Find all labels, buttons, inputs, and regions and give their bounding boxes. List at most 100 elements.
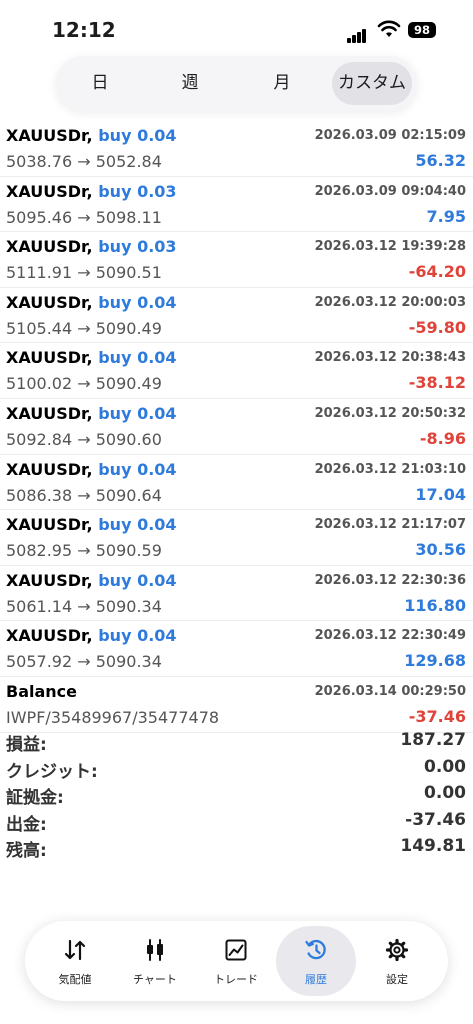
timestamp: 2026.03.09 09:04:40: [314, 183, 466, 199]
tab-week[interactable]: 週: [144, 62, 236, 105]
row-title: Balance: [6, 682, 77, 701]
summary-row: 出金: -37.46: [0, 810, 473, 837]
row-title: XAUUSDr, buy 0.03: [6, 182, 177, 201]
timestamp: 2026.03.12 21:17:07: [314, 517, 466, 533]
trade-direction: buy 0.03: [98, 181, 177, 201]
row-title: XAUUSDr, buy 0.04: [6, 515, 177, 534]
summary-row: 証拠金: 0.00: [0, 783, 473, 810]
tab-month[interactable]: 月: [236, 62, 328, 105]
symbol: XAUUSDr,: [6, 181, 93, 201]
summary-label: 証拠金:: [6, 788, 64, 808]
row-title: XAUUSDr, buy 0.04: [6, 460, 177, 479]
symbol: XAUUSDr,: [6, 459, 93, 479]
bottom-nav: 気配値 チャート トレード 履歴 設定: [25, 921, 448, 1001]
row-title: XAUUSDr, buy 0.04: [6, 293, 177, 312]
nav-label: 設定: [386, 973, 408, 986]
trade-row[interactable]: XAUUSDr, buy 0.04 2026.03.12 22:30:36 5061…: [0, 566, 473, 622]
symbol: XAUUSDr,: [6, 570, 93, 590]
symbol: XAUUSDr,: [6, 515, 93, 535]
summary-label: 出金:: [6, 814, 47, 835]
profit-value: 17.04: [415, 484, 466, 504]
summary-row: 残高: 149.81: [0, 836, 473, 863]
profit-value: -64.20: [408, 262, 466, 282]
nav-settings[interactable]: 設定: [357, 926, 437, 996]
symbol: XAUUSDr,: [6, 626, 93, 646]
trade-row[interactable]: XAUUSDr, buy 0.04 2026.03.12 22:30:49 5057…: [0, 621, 473, 677]
profit-value: -8.96: [419, 428, 466, 448]
summary-value: 187.27: [400, 730, 466, 750]
trade-direction: buy 0.04: [98, 126, 177, 145]
price-range: 5082.95 → 5090.59: [6, 541, 162, 561]
price-range: 5100.02 → 5090.49: [6, 374, 162, 394]
profit-value: 129.68: [404, 651, 466, 671]
history-list: XAUUSDr, buy 0.04 2026.03.09 02:15:09 5038…: [0, 121, 473, 733]
trade-direction: buy 0.04: [98, 403, 177, 423]
trade-direction: buy 0.04: [98, 626, 177, 646]
history-clock-icon: [305, 939, 326, 960]
trade-row[interactable]: XAUUSDr, buy 0.04 2026.03.12 21:03:10 5086…: [0, 455, 473, 511]
trade-chart-icon: [225, 939, 247, 961]
trade-row[interactable]: XAUUSDr, buy 0.04 2026.03.12 20:00:03 5105…: [0, 288, 473, 344]
profit-value: 7.95: [426, 206, 466, 226]
gear-icon: [385, 938, 409, 962]
price-range: 5111.91 → 5090.51: [6, 263, 162, 283]
tab-custom[interactable]: カスタム: [332, 62, 412, 105]
period-segmented-control: 日 週 月 カスタム: [56, 56, 417, 111]
timestamp: 2026.03.09 02:15:09: [314, 128, 466, 143]
price-range: 5061.14 → 5090.34: [6, 596, 162, 616]
status-time: 12:12: [52, 18, 116, 42]
trade-direction: buy 0.03: [98, 237, 177, 257]
trade-row[interactable]: XAUUSDr, buy 0.04 2026.03.12 20:50:32 5092…: [0, 399, 473, 455]
trade-direction: buy 0.04: [98, 459, 177, 479]
profit-value: 30.56: [415, 540, 466, 560]
price-range: 5038.76 → 5052.84: [6, 152, 162, 171]
wifi-icon: [377, 20, 401, 37]
price-range: 5095.46 → 5098.11: [6, 207, 162, 227]
row-title: XAUUSDr, buy 0.03: [6, 237, 177, 256]
symbol: XAUUSDr,: [6, 348, 93, 368]
symbol: XAUUSDr,: [6, 126, 93, 145]
trade-row[interactable]: XAUUSDr, buy 0.04 2026.03.09 02:15:09 5038…: [0, 121, 473, 177]
row-title: XAUUSDr, buy 0.04: [6, 348, 177, 367]
summary-label: クレジット:: [6, 761, 98, 782]
trade-direction: buy 0.04: [98, 515, 177, 535]
timestamp: 2026.03.12 19:39:28: [314, 239, 466, 255]
profit-value: 116.80: [404, 595, 466, 615]
profit-value: -59.80: [408, 317, 466, 337]
price-range: 5092.84 → 5090.60: [6, 429, 162, 449]
trade-row[interactable]: XAUUSDr, buy 0.03 2026.03.09 09:04:40 5095…: [0, 177, 473, 233]
trade-row[interactable]: XAUUSDr, buy 0.04 2026.03.12 20:38:43 5100…: [0, 343, 473, 399]
trade-direction: buy 0.04: [98, 348, 177, 368]
trade-row[interactable]: XAUUSDr, buy 0.04 2026.03.12 21:17:07 5082…: [0, 510, 473, 566]
summary-value: -37.46: [405, 809, 466, 830]
symbol: XAUUSDr,: [6, 292, 93, 312]
price-range: 5086.38 → 5090.64: [6, 485, 162, 505]
balance-row[interactable]: Balance 2026.03.14 00:29:50 IWPF/35489967/…: [0, 677, 473, 733]
candlestick-chart-icon: [147, 939, 163, 961]
tab-day[interactable]: 日: [56, 62, 144, 105]
price-range: 5105.44 → 5090.49: [6, 318, 162, 338]
cellular-signal-icon: [347, 24, 367, 43]
row-title: XAUUSDr, buy 0.04: [6, 126, 177, 145]
nav-label: チャート: [133, 973, 177, 986]
status-bar: 12:12 98: [0, 0, 473, 54]
symbol: XAUUSDr,: [6, 403, 93, 423]
row-title: XAUUSDr, buy 0.04: [6, 404, 177, 423]
nav-trade[interactable]: トレード: [196, 926, 276, 996]
timestamp: 2026.03.12 22:30:49: [314, 628, 466, 644]
symbol: Balance: [6, 681, 77, 701]
nav-label: 履歴: [305, 973, 327, 986]
price-range: 5057.92 → 5090.34: [6, 652, 162, 672]
nav-quotes[interactable]: 気配値: [35, 926, 115, 996]
row-title: XAUUSDr, buy 0.04: [6, 571, 177, 590]
trade-direction: buy 0.04: [98, 570, 177, 590]
profit-value: -38.12: [408, 373, 466, 393]
timestamp: 2026.03.12 22:30:36: [314, 572, 466, 588]
summary-row: クレジット: 0.00: [0, 757, 473, 784]
nav-history[interactable]: 履歴: [276, 926, 356, 996]
row-title: XAUUSDr, buy 0.04: [6, 626, 177, 645]
trade-row[interactable]: XAUUSDr, buy 0.03 2026.03.12 19:39:28 5111…: [0, 232, 473, 288]
symbol: XAUUSDr,: [6, 237, 93, 257]
nav-chart[interactable]: チャート: [115, 926, 195, 996]
trade-direction: buy 0.04: [98, 292, 177, 312]
